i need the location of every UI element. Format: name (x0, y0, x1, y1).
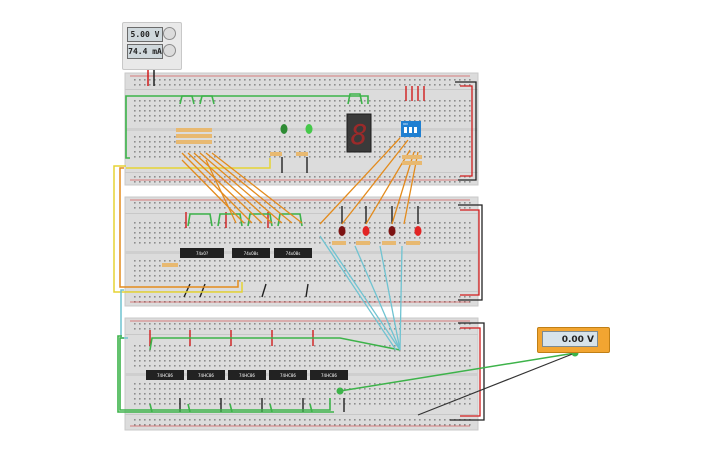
voltage-knob[interactable] (163, 27, 176, 40)
circuit-drawing: 8 ON 74x0? 74x08s 74x08s 74HC86 74HC86 7… (113, 62, 579, 431)
circuit-canvas: 8 ON 74x0? 74x08s 74x08s 74HC86 74HC86 7… (0, 0, 725, 453)
power-supply[interactable]: 5.00 V 74.4 mA (122, 22, 182, 70)
seven-segment-display[interactable]: 8 (346, 113, 372, 153)
multimeter[interactable]: 0.00 V (537, 327, 610, 353)
current-knob[interactable] (163, 44, 176, 57)
chip-label: 74HC86 (321, 373, 337, 378)
multimeter-reading: 0.00 V (542, 331, 598, 347)
current-display: 74.4 mA (127, 44, 163, 59)
resistor-network[interactable] (176, 128, 212, 144)
dip-switch[interactable]: ON (401, 121, 421, 137)
voltage-display: 5.00 V (127, 27, 163, 42)
probe-connection[interactable] (336, 387, 344, 395)
chip-label: 74HC86 (280, 373, 296, 378)
dip-switch-label: ON (403, 122, 408, 126)
chip-label: 74x08s (244, 251, 259, 256)
chips-row-2[interactable]: 74x0? 74x08s 74x08s (180, 248, 312, 258)
chip-label: 74HC86 (198, 373, 214, 378)
chips-row-3[interactable]: 74HC86 74HC86 74HC86 74HC86 74HC86 (146, 370, 348, 380)
segment-digit: 8 (351, 118, 368, 151)
chip-label: 74HC86 (157, 373, 173, 378)
chip-label: 74x0? (196, 251, 208, 256)
chip-label: 74x08s (286, 251, 301, 256)
chip-label: 74HC86 (239, 373, 255, 378)
